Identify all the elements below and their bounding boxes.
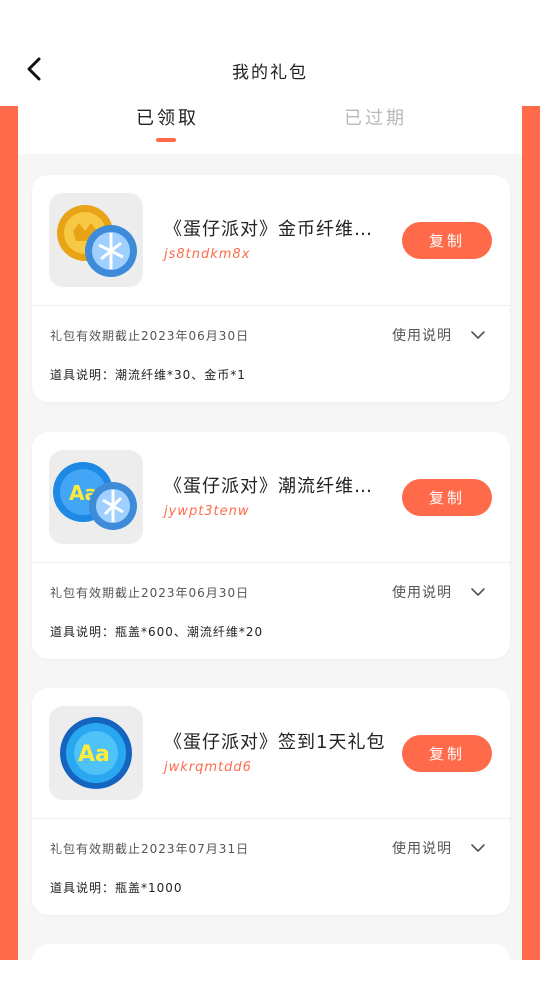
copy-button[interactable]: 复制 [402,479,492,516]
expiry-date: 礼包有效期截止2023年07月31日 [50,842,250,856]
chevron-down-icon[interactable] [470,840,486,856]
gift-card: Aa 《蛋仔派对》签到1天礼包 jwkrqmtdd6 复制 礼包有效期截止202… [32,688,510,915]
copy-button[interactable]: 复制 [402,222,492,259]
tab-bar: 已领取 已过期 [18,96,522,154]
gift-card-partial [32,944,510,984]
gift-thumbnail [49,193,143,287]
expiry-date: 礼包有效期截止2023年06月30日 [50,586,250,600]
bottlecap-and-fiber-icon: Aa [53,462,137,530]
gift-name: 《蛋仔派对》金币纤维礼包 [164,219,388,240]
usage-instructions-toggle[interactable]: 使用说明 [392,325,452,345]
copy-button[interactable]: 复制 [402,735,492,772]
item-description: 道具说明：潮流纤维*30、金币*1 [50,368,246,382]
usage-instructions-toggle[interactable]: 使用说明 [392,582,452,602]
active-tab-indicator [156,138,176,142]
expiry-date: 礼包有效期截止2023年06月30日 [50,329,250,343]
tab-expired[interactable]: 已过期 [344,104,407,130]
divider [32,818,510,819]
gift-name: 《蛋仔派对》签到1天礼包 [164,732,386,753]
divider [32,305,510,306]
right-accent-bar [522,106,540,960]
gift-code: jywpt3tenw [164,504,250,519]
item-description: 道具说明：瓶盖*1000 [50,881,183,895]
item-description: 道具说明：瓶盖*600、潮流纤维*20 [50,625,264,639]
chevron-down-icon[interactable] [470,584,486,600]
chevron-down-icon[interactable] [470,327,486,343]
bottlecap-icon: Aa [60,717,132,789]
left-accent-bar [0,106,18,960]
page-title: 我的礼包 [232,63,308,83]
divider [32,562,510,563]
coin-and-fiber-icon [57,205,137,277]
gift-thumbnail: Aa [49,450,143,544]
gift-code: jwkrqmtdd6 [164,760,252,775]
svg-text:Aa: Aa [78,742,110,767]
tab-claimed[interactable]: 已领取 [136,104,199,130]
gift-card: Aa 《蛋仔派对》潮流纤维礼包 jywpt3tenw 复制 礼包有效期截止202… [32,432,510,659]
gift-thumbnail: Aa [49,706,143,800]
gift-name: 《蛋仔派对》潮流纤维礼包 [164,476,388,497]
gift-code: js8tndkm8x [164,247,251,262]
gift-card: 《蛋仔派对》金币纤维礼包 js8tndkm8x 复制 礼包有效期截止2023年0… [32,175,510,402]
header: 我的礼包 [0,0,540,106]
usage-instructions-toggle[interactable]: 使用说明 [392,838,452,858]
